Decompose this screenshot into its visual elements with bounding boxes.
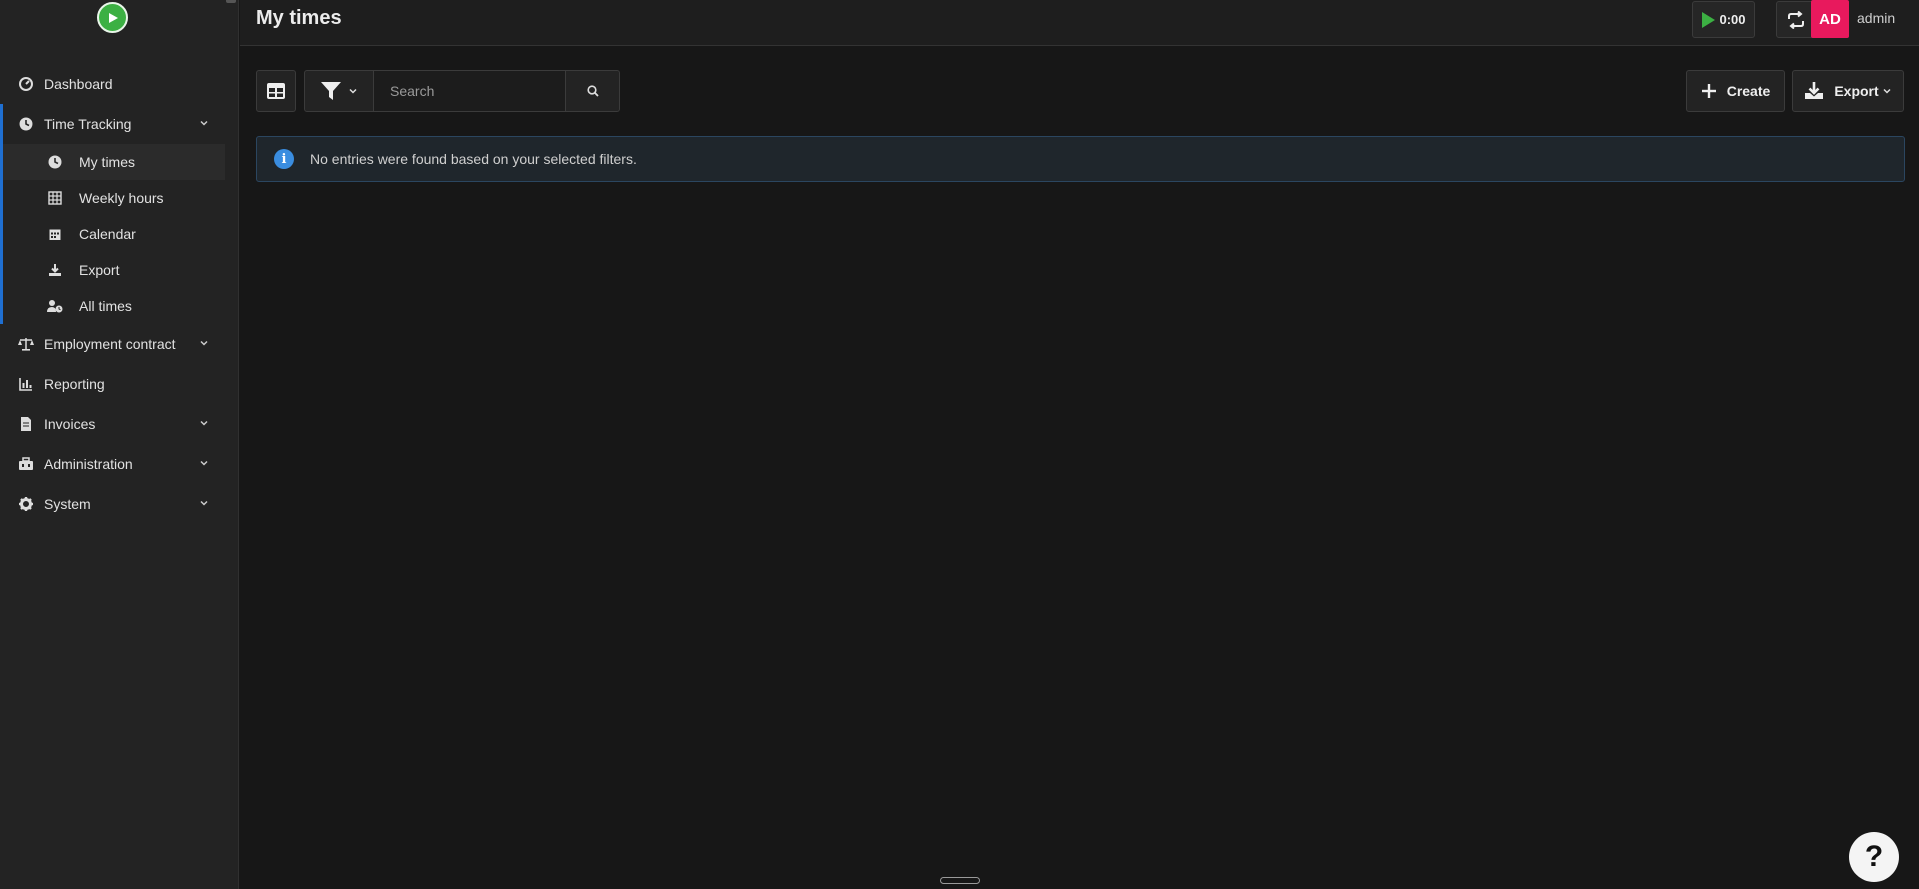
calendar-icon bbox=[47, 226, 63, 242]
sync-button[interactable] bbox=[1776, 1, 1816, 38]
toolbox-icon bbox=[18, 456, 34, 472]
sidebar-item-label: All times bbox=[79, 298, 132, 314]
clock-icon bbox=[47, 154, 63, 170]
chevron-down-icon bbox=[1883, 88, 1891, 94]
sidebar-item-label: Weekly hours bbox=[79, 190, 164, 206]
sidebar-item-label: Reporting bbox=[44, 376, 105, 392]
table-icon bbox=[267, 83, 285, 99]
chevron-down-icon bbox=[200, 420, 208, 426]
resize-handle[interactable] bbox=[940, 877, 980, 884]
sidebar-item-reporting[interactable]: Reporting bbox=[0, 364, 239, 404]
user-name[interactable]: admin bbox=[1857, 10, 1895, 26]
sidebar-item-label: Calendar bbox=[79, 226, 136, 242]
sidebar-group-time-tracking: Time Tracking My times Weekly hours Cale… bbox=[0, 104, 239, 324]
export-button[interactable]: Export bbox=[1792, 70, 1904, 112]
info-icon: i bbox=[274, 149, 294, 169]
chevron-down-icon bbox=[200, 120, 208, 126]
page-header: My times 0:00 AD admin bbox=[240, 0, 1919, 46]
export-button-label: Export bbox=[1834, 83, 1879, 99]
sync-icon bbox=[1788, 10, 1804, 29]
sidebar-item-my-times[interactable]: My times bbox=[3, 144, 225, 180]
sidebar-item-invoices[interactable]: Invoices bbox=[0, 404, 239, 444]
sidebar-item-label: Administration bbox=[44, 456, 133, 472]
search-button[interactable] bbox=[565, 70, 620, 112]
table-view-button[interactable] bbox=[256, 70, 296, 112]
create-button[interactable]: Create bbox=[1686, 70, 1785, 112]
help-button[interactable]: ? bbox=[1849, 832, 1899, 882]
chevron-down-icon bbox=[200, 340, 208, 346]
sidebar-item-label: My times bbox=[79, 154, 135, 170]
sidebar: Dashboard Time Tracking My times Weekly … bbox=[0, 0, 239, 889]
filter-button[interactable] bbox=[304, 70, 374, 112]
gear-icon bbox=[18, 496, 34, 512]
sidebar-item-label: Employment contract bbox=[44, 336, 176, 352]
empty-results-alert: i No entries were found based on your se… bbox=[256, 136, 1905, 182]
plus-icon bbox=[1701, 84, 1716, 98]
app-root: Dashboard Time Tracking My times Weekly … bbox=[0, 0, 1919, 889]
sidebar-item-label: Dashboard bbox=[44, 76, 113, 92]
sidebar-item-weekly-hours[interactable]: Weekly hours bbox=[3, 180, 225, 216]
sidebar-item-dashboard[interactable]: Dashboard bbox=[0, 64, 239, 104]
chart-icon bbox=[18, 376, 34, 392]
sidebar-item-label: Invoices bbox=[44, 416, 96, 432]
chevron-down-icon bbox=[200, 460, 208, 466]
clock-icon bbox=[18, 116, 34, 132]
play-icon bbox=[1702, 11, 1716, 28]
alert-message: No entries were found based on your sele… bbox=[310, 151, 637, 167]
page-title: My times bbox=[256, 7, 342, 29]
invoice-icon bbox=[18, 416, 34, 432]
download-icon bbox=[1805, 82, 1824, 99]
search-input[interactable] bbox=[373, 70, 566, 112]
sidebar-item-time-tracking[interactable]: Time Tracking bbox=[3, 104, 239, 144]
dashboard-icon bbox=[18, 76, 34, 92]
search-icon bbox=[586, 85, 599, 97]
sidebar-item-label: System bbox=[44, 496, 91, 512]
create-button-label: Create bbox=[1726, 83, 1771, 99]
sidebar-item-export[interactable]: Export bbox=[3, 252, 225, 288]
avatar[interactable]: AD bbox=[1811, 0, 1849, 38]
timer-button[interactable]: 0:00 bbox=[1692, 1, 1755, 38]
sidebar-nav: Dashboard Time Tracking My times Weekly … bbox=[0, 64, 239, 524]
sidebar-item-all-times[interactable]: All times bbox=[3, 288, 225, 324]
sidebar-item-calendar[interactable]: Calendar bbox=[3, 216, 225, 252]
sidebar-item-employment-contract[interactable]: Employment contract bbox=[0, 324, 239, 364]
chevron-down-icon bbox=[200, 500, 208, 506]
scale-icon bbox=[18, 336, 34, 352]
sidebar-item-label: Export bbox=[79, 262, 120, 278]
download-icon bbox=[47, 262, 63, 278]
sidebar-item-system[interactable]: System bbox=[0, 484, 239, 524]
chevron-down-icon bbox=[348, 88, 357, 94]
play-logo-icon[interactable] bbox=[97, 2, 128, 33]
sidebar-collapse-handle[interactable] bbox=[226, 0, 236, 3]
timer-value: 0:00 bbox=[1719, 12, 1746, 27]
user-clock-icon bbox=[47, 298, 63, 314]
table-icon bbox=[47, 190, 63, 206]
filter-icon bbox=[320, 82, 341, 100]
sidebar-item-label: Time Tracking bbox=[44, 116, 132, 132]
sidebar-item-administration[interactable]: Administration bbox=[0, 444, 239, 484]
